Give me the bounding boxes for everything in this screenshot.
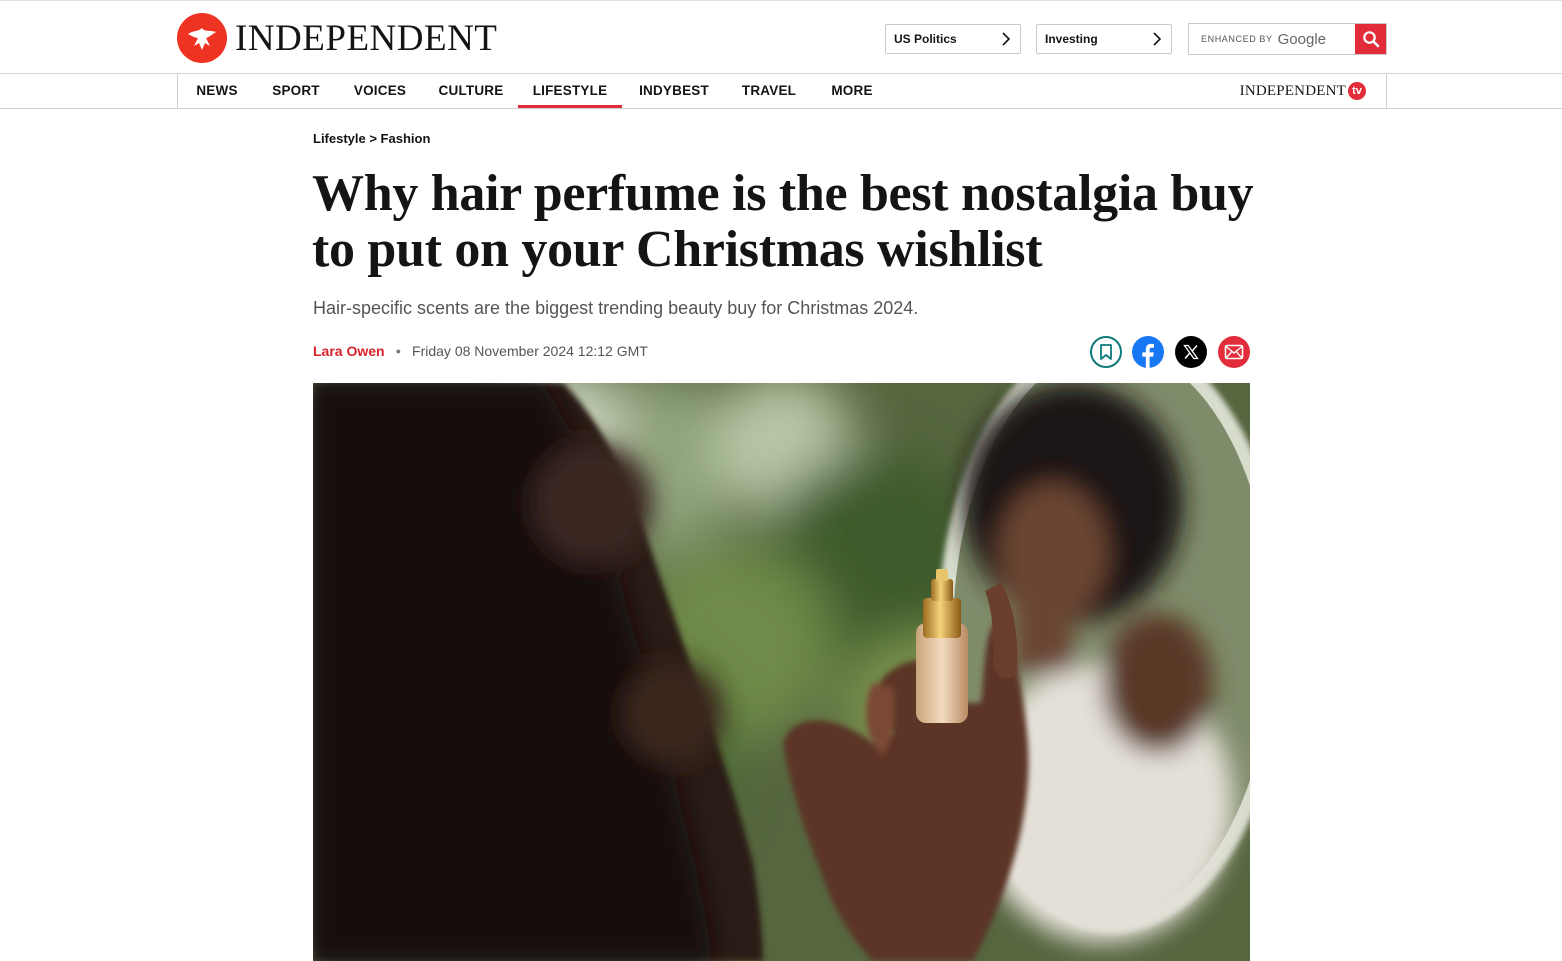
search-google-label: Google bbox=[1277, 30, 1326, 48]
hero-photo-illustration bbox=[313, 383, 1250, 961]
logo-wordmark: INDEPENDENT bbox=[235, 17, 498, 59]
x-icon bbox=[1183, 344, 1199, 360]
nav-item-lifestyle[interactable]: LIFESTYLE bbox=[518, 74, 622, 108]
breadcrumb[interactable]: Lifestyle > Fashion bbox=[313, 131, 430, 146]
share-x-button[interactable] bbox=[1175, 336, 1207, 368]
nav-item-travel[interactable]: TRAVEL bbox=[726, 74, 812, 108]
share-facebook-button[interactable] bbox=[1132, 336, 1164, 368]
chevron-right-icon bbox=[1002, 32, 1011, 46]
article-headline: Why hair perfume is the best nostalgia b… bbox=[312, 165, 1254, 278]
masthead: INDEPENDENT US Politics Investing ENHANC… bbox=[0, 0, 1562, 74]
share-email-button[interactable] bbox=[1218, 336, 1250, 368]
independent-tv-logo[interactable]: INDEPENDENT tv bbox=[1240, 82, 1366, 100]
search-button[interactable] bbox=[1355, 24, 1386, 54]
chevron-right-icon bbox=[1153, 32, 1162, 46]
facebook-icon bbox=[1142, 343, 1154, 368]
site-logo[interactable]: INDEPENDENT bbox=[177, 13, 497, 63]
hero-image bbox=[313, 383, 1250, 961]
quick-link-investing[interactable]: Investing bbox=[1036, 24, 1172, 54]
mail-icon bbox=[1224, 344, 1244, 360]
search-icon bbox=[1362, 31, 1379, 48]
nav-item-sport[interactable]: SPORT bbox=[256, 74, 336, 108]
tv-badge-icon: tv bbox=[1348, 82, 1366, 100]
eagle-logo-icon bbox=[177, 13, 227, 63]
main-nav: NEWS SPORT VOICES CULTURE LIFESTYLE INDY… bbox=[0, 74, 1562, 109]
byline: Lara Owen ● Friday 08 November 2024 12:1… bbox=[313, 343, 648, 359]
nav-item-voices[interactable]: VOICES bbox=[336, 74, 424, 108]
nav-item-indybest[interactable]: INDYBEST bbox=[622, 74, 726, 108]
tv-logo-wordmark: INDEPENDENT bbox=[1239, 82, 1346, 99]
nav-item-more[interactable]: MORE bbox=[812, 74, 892, 108]
site-search: ENHANCED BY Google bbox=[1188, 23, 1387, 55]
bookmark-button[interactable] bbox=[1090, 336, 1122, 368]
quick-link-us-politics[interactable]: US Politics bbox=[885, 24, 1021, 54]
nav-item-culture[interactable]: CULTURE bbox=[424, 74, 518, 108]
nav-item-news[interactable]: NEWS bbox=[178, 74, 256, 108]
quick-link-label: Investing bbox=[1045, 32, 1098, 46]
byline-separator: ● bbox=[395, 346, 402, 356]
bookmark-icon bbox=[1100, 344, 1112, 360]
main-nav-inner: NEWS SPORT VOICES CULTURE LIFESTYLE INDY… bbox=[177, 74, 1387, 108]
article-standfirst: Hair-specific scents are the biggest tre… bbox=[313, 298, 919, 318]
search-enhanced-label: ENHANCED BY bbox=[1201, 34, 1273, 44]
search-input[interactable]: ENHANCED BY Google bbox=[1189, 24, 1355, 54]
author-link[interactable]: Lara Owen bbox=[313, 343, 385, 359]
publish-date: Friday 08 November 2024 12:12 GMT bbox=[412, 343, 648, 359]
quick-link-label: US Politics bbox=[894, 32, 957, 46]
